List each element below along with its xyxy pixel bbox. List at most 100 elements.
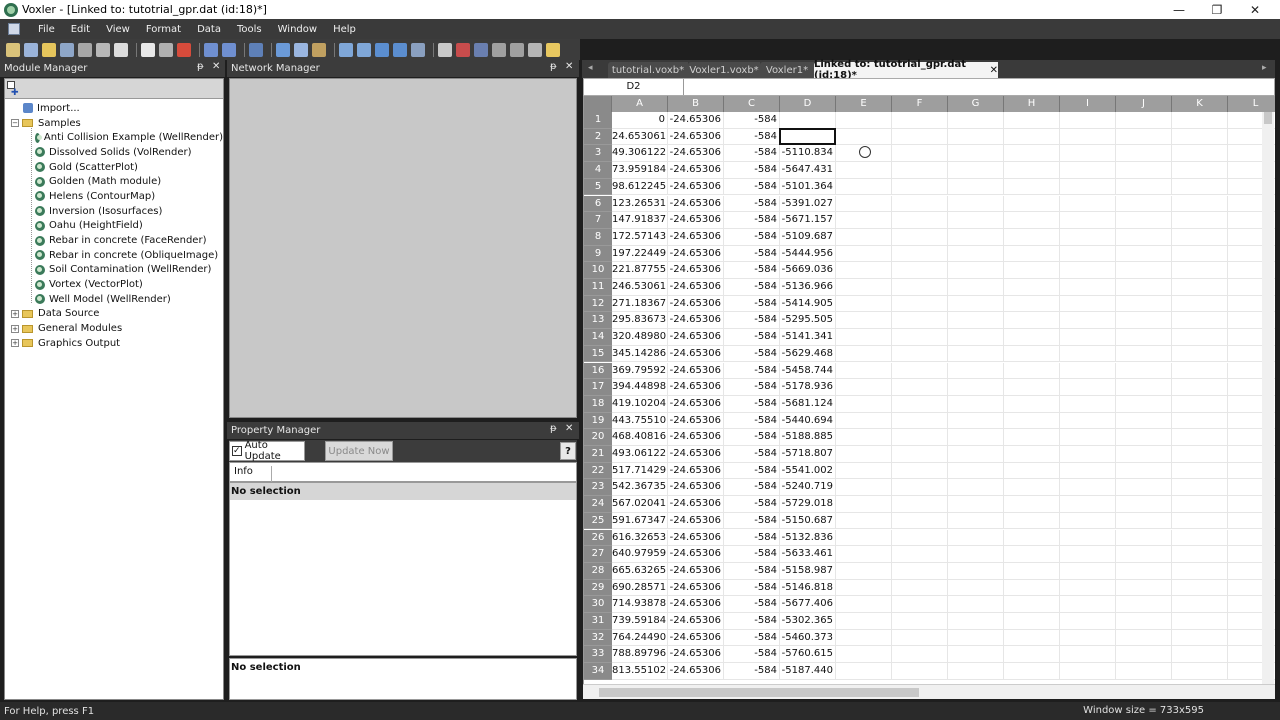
cell[interactable]: -24.65306 — [668, 629, 724, 647]
open-icon[interactable] — [42, 42, 56, 57]
row-header[interactable]: 26 — [584, 529, 612, 547]
cell[interactable] — [1004, 312, 1060, 330]
cell[interactable] — [892, 512, 948, 530]
row-header[interactable]: 12 — [584, 295, 612, 313]
row-header[interactable]: 25 — [584, 512, 612, 530]
cell[interactable] — [1172, 279, 1228, 296]
cell[interactable]: -24.65306 — [668, 329, 724, 346]
column-header-j[interactable]: J — [1116, 96, 1172, 112]
cascade-icon[interactable] — [438, 42, 452, 57]
cell[interactable] — [1172, 429, 1228, 446]
close-button[interactable]: ✕ — [1236, 0, 1274, 19]
cell[interactable]: -584 — [724, 279, 780, 296]
close-icon[interactable]: ✕ — [565, 61, 573, 72]
cell[interactable]: 246.53061 — [612, 279, 668, 296]
cell[interactable] — [892, 329, 948, 346]
tree-item-sample[interactable]: Golden (Math module) — [5, 174, 223, 189]
cell[interactable]: -5150.687 — [780, 512, 836, 530]
cell[interactable]: 221.87755 — [612, 262, 668, 279]
row-header[interactable]: 4 — [584, 162, 612, 179]
cell[interactable] — [1004, 629, 1060, 647]
cell[interactable]: -24.65306 — [668, 128, 724, 146]
cell[interactable]: 197.22449 — [612, 245, 668, 263]
cell[interactable] — [1172, 479, 1228, 497]
cell[interactable] — [1116, 529, 1172, 547]
cell[interactable] — [892, 596, 948, 613]
restore-button[interactable]: ❐ — [1198, 0, 1236, 19]
save-icon[interactable] — [60, 42, 74, 57]
cell[interactable] — [1060, 496, 1116, 513]
zoom-icon[interactable] — [294, 42, 308, 57]
row-header[interactable]: 3 — [584, 145, 612, 163]
cell[interactable] — [1004, 412, 1060, 430]
cell[interactable] — [1060, 596, 1116, 613]
cell[interactable]: 714.93878 — [612, 596, 668, 613]
cell[interactable] — [892, 162, 948, 179]
cell[interactable] — [1004, 429, 1060, 446]
cell[interactable] — [948, 663, 1004, 680]
cell[interactable]: 369.79592 — [612, 362, 668, 380]
tool-d-icon[interactable] — [546, 42, 560, 57]
cell[interactable]: -24.65306 — [668, 112, 724, 129]
row-header[interactable]: 16 — [584, 362, 612, 380]
row-header[interactable]: 5 — [584, 178, 612, 196]
view-iso-icon[interactable] — [393, 42, 407, 57]
cell[interactable]: -584 — [724, 178, 780, 196]
cell[interactable]: 443.75510 — [612, 412, 668, 430]
cell[interactable] — [1060, 613, 1116, 630]
cell[interactable]: -584 — [724, 162, 780, 179]
column-header-g[interactable]: G — [948, 96, 1004, 112]
row-header[interactable]: 15 — [584, 345, 612, 363]
cell[interactable] — [1172, 613, 1228, 630]
cell[interactable] — [1004, 395, 1060, 413]
cell[interactable] — [892, 663, 948, 680]
row-header[interactable]: 17 — [584, 379, 612, 396]
cell[interactable]: -24.65306 — [668, 162, 724, 179]
cell[interactable] — [1116, 162, 1172, 179]
cell[interactable] — [1116, 128, 1172, 146]
cell[interactable]: -584 — [724, 429, 780, 446]
tool-c-icon[interactable] — [528, 42, 542, 57]
cell[interactable] — [1004, 212, 1060, 229]
cell[interactable] — [836, 562, 892, 580]
cell[interactable]: -5178.936 — [780, 379, 836, 396]
menu-view[interactable]: View — [98, 24, 138, 35]
cell[interactable] — [948, 112, 1004, 129]
cell[interactable]: -24.65306 — [668, 496, 724, 513]
tree-folder-data-source[interactable]: + Data Source — [5, 307, 223, 322]
cell[interactable] — [892, 462, 948, 480]
cell[interactable] — [1004, 562, 1060, 580]
tree-item-sample[interactable]: Vortex (VectorPlot) — [5, 277, 223, 292]
cell[interactable] — [1172, 663, 1228, 680]
cell[interactable]: -584 — [724, 546, 780, 563]
cell[interactable] — [1172, 596, 1228, 613]
cell[interactable] — [1060, 529, 1116, 547]
cell[interactable]: -5141.341 — [780, 329, 836, 346]
cell[interactable]: -5240.719 — [780, 479, 836, 497]
cell[interactable] — [1004, 663, 1060, 680]
column-header-f[interactable]: F — [892, 96, 948, 112]
cell[interactable] — [1116, 112, 1172, 129]
add-module-icon[interactable]: ✚ — [11, 88, 19, 98]
menu-format[interactable]: Format — [138, 24, 189, 35]
collapse-icon[interactable]: − — [11, 119, 19, 128]
row-header[interactable]: 11 — [584, 279, 612, 296]
cell[interactable] — [948, 379, 1004, 396]
expand-icon[interactable]: + — [11, 309, 19, 318]
cell[interactable] — [948, 395, 1004, 413]
expand-icon[interactable]: + — [11, 324, 19, 333]
row-header[interactable]: 18 — [584, 395, 612, 413]
cell[interactable] — [1172, 646, 1228, 664]
cell[interactable] — [1004, 245, 1060, 263]
tree-item-import[interactable]: Import... — [5, 101, 223, 116]
cell[interactable] — [836, 312, 892, 330]
cell[interactable]: -24.65306 — [668, 663, 724, 680]
row-header[interactable]: 19 — [584, 412, 612, 430]
redo-icon[interactable] — [222, 42, 236, 57]
cell[interactable]: -5677.406 — [780, 596, 836, 613]
cell[interactable] — [948, 512, 1004, 530]
cell[interactable] — [892, 496, 948, 513]
cell[interactable] — [1116, 228, 1172, 246]
cell[interactable] — [1004, 262, 1060, 279]
cell[interactable] — [1116, 663, 1172, 680]
